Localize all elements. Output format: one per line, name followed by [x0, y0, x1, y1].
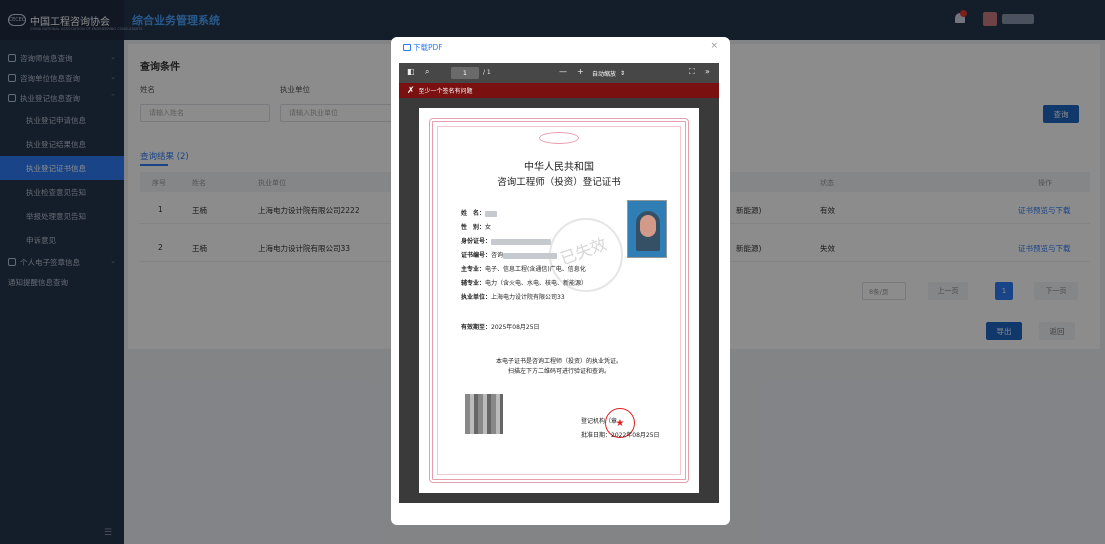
cert-gender-field: 性 别：女 — [461, 222, 491, 231]
certificate-title-line2: 咨询工程师（投资）登记证书 — [497, 177, 621, 188]
cert-note-line2: 扫描左下方二维码可进行验证和查询。 — [507, 368, 610, 375]
cert-note-line1: 本电子证书是咨询工程师（投资）的执业凭证。 — [495, 358, 622, 365]
zoom-in-icon[interactable]: + — [577, 67, 584, 76]
modal-title[interactable]: 下载PDF — [403, 42, 443, 53]
cert-number-label: 证书编号： — [461, 252, 492, 259]
cert-major-label: 主专业： — [461, 266, 486, 273]
more-tools-icon[interactable]: » — [705, 67, 710, 76]
zoom-out-icon[interactable]: — — [559, 67, 567, 76]
cert-name-field: 姓 名： — [461, 208, 498, 217]
holder-photo — [627, 200, 667, 258]
pdf-viewer: ◧ ⌕ 1 / 1 — + 自动缩放 ⇕ ⛶ » ✗ 至少一个签名有问题 中华人… — [399, 63, 719, 503]
signature-warning-bar: ✗ 至少一个签名有问题 — [399, 83, 719, 98]
signature-warning-text: 至少一个签名有问题 — [418, 88, 473, 95]
cert-major-value: 电子、信息工程(含通信)广电、信息化 — [485, 266, 586, 273]
cert-registrar-field: 登记机构（章 — [581, 416, 617, 425]
cert-registrar-label: 登记机构（ — [581, 418, 612, 425]
cert-issue-field: 批准日期：2022年08月25日 — [581, 430, 660, 439]
cert-id-label: 身份证号： — [461, 238, 492, 245]
cert-registrar-value: 章 — [611, 418, 618, 425]
verification-qr-code — [465, 394, 503, 434]
page-total: / 1 — [483, 69, 491, 76]
zoom-select-value: 自动缩放 — [592, 70, 617, 78]
chevron-updown-icon: ⇕ — [620, 69, 626, 77]
cert-minor-value: 电力（含火电、水电、核电、新能源） — [485, 280, 588, 287]
cert-gender-value: 女 — [485, 224, 492, 231]
cert-unit-value: 上海电力设计院有限公司33 — [491, 294, 565, 301]
cert-issue-value: 2022年08月25日 — [611, 432, 660, 439]
certificate-title-line1: 中华人民共和国 — [524, 162, 594, 173]
zoom-select[interactable]: 自动缩放 ⇕ — [592, 67, 636, 79]
cert-minor-label: 辅专业： — [461, 280, 486, 287]
cert-gender-label: 性 别： — [461, 224, 486, 231]
modal-title-text: 下载PDF — [413, 43, 443, 52]
presentation-icon[interactable]: ⛶ — [689, 67, 695, 77]
cert-minor-field: 辅专业：电力（含火电、水电、核电、新能源） — [461, 278, 587, 287]
cert-issue-label: 批准日期： — [581, 432, 612, 439]
cert-valid-value: 2025年08月25日 — [491, 324, 540, 331]
pdf-toolbar: ◧ ⌕ 1 / 1 — + 自动缩放 ⇕ ⛶ » — [399, 63, 719, 83]
sidebar-toggle-icon[interactable]: ◧ — [407, 67, 415, 76]
cert-number-value: 咨询 — [491, 252, 504, 259]
certificate-page: 中华人民共和国 咨询工程师（投资）登记证书 已失效 姓 名： 性 别：女 身份证… — [419, 108, 699, 493]
close-icon[interactable]: × — [710, 41, 718, 51]
cert-number-field: 证书编号：咨询 — [461, 250, 558, 259]
search-icon[interactable]: ⌕ — [425, 67, 429, 77]
cert-major-field: 主专业：电子、信息工程(含通信)广电、信息化 — [461, 264, 586, 273]
pdf-download-modal: 下载PDF × ◧ ⌕ 1 / 1 — + 自动缩放 ⇕ ⛶ » ✗ 至少一个签… — [391, 37, 730, 525]
cert-unit-label: 执业单位： — [461, 294, 492, 301]
redacted-value — [485, 210, 498, 217]
cert-name-label: 姓 名： — [461, 210, 486, 217]
cert-unit-field: 执业单位：上海电力设计院有限公司33 — [461, 292, 565, 301]
certificate-emblem — [539, 132, 579, 144]
page-number-input[interactable]: 1 — [451, 67, 479, 79]
cert-valid-label: 有效期至： — [461, 324, 492, 331]
error-x-icon: ✗ — [407, 85, 415, 96]
cert-valid-field: 有效期至：2025年08月25日 — [461, 322, 540, 331]
redacted-value — [503, 252, 558, 259]
redacted-value — [491, 238, 552, 245]
download-icon — [403, 44, 411, 51]
cert-id-field: 身份证号： — [461, 236, 552, 245]
